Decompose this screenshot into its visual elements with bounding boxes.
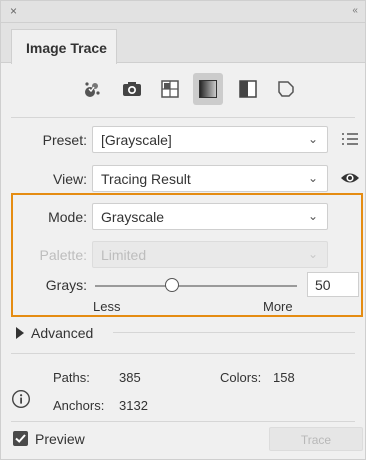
grays-label: Grays: <box>45 277 87 293</box>
paths-value: 385 <box>119 370 141 385</box>
chevron-down-icon: ⌄ <box>307 209 318 223</box>
collapse-panel-button[interactable]: ‹‹ <box>352 5 358 16</box>
grays-min-label: Less <box>93 299 121 314</box>
advanced-toggle[interactable]: Advanced <box>15 324 115 344</box>
tab-image-trace[interactable]: Image Trace <box>11 29 117 64</box>
preset-label: Preset: <box>42 132 87 148</box>
outline-icon[interactable] <box>271 73 301 105</box>
colors-value: 158 <box>273 370 295 385</box>
chevron-down-icon: ⌄ <box>307 171 318 185</box>
colors-label: Colors: <box>220 370 262 385</box>
divider <box>11 421 355 422</box>
view-label: View: <box>53 171 87 187</box>
black-and-white-icon[interactable] <box>233 73 263 105</box>
preset-select[interactable]: [Grayscale] ⌄ <box>92 126 328 153</box>
chevron-down-icon: ⌄ <box>307 132 318 146</box>
preview-checkbox[interactable] <box>13 431 28 446</box>
panel-tabbar: Image Trace <box>1 23 365 64</box>
palette-label: Palette: <box>39 247 87 263</box>
view-value: Tracing Result <box>101 171 191 187</box>
preset-value: [Grayscale] <box>101 132 172 148</box>
grays-max-label: More <box>263 299 293 314</box>
eye-icon[interactable] <box>340 169 360 189</box>
high-color-icon[interactable] <box>117 73 147 105</box>
auto-color-icon[interactable] <box>77 73 107 105</box>
panel-titlebar: × ‹‹ <box>1 1 365 23</box>
divider <box>113 332 355 333</box>
mode-label: Mode: <box>48 209 87 225</box>
mode-select[interactable]: Grayscale ⌄ <box>92 203 328 230</box>
preset-icons-row <box>1 73 365 109</box>
grayscale-icon[interactable] <box>193 73 223 105</box>
image-trace-panel: × ‹‹ Image Trace Preset: [Grayscale] ⌄ V… <box>0 0 366 460</box>
close-panel-button[interactable]: × <box>10 4 17 18</box>
grays-slider-track[interactable] <box>95 285 297 287</box>
palette-value: Limited <box>101 247 147 263</box>
advanced-label: Advanced <box>31 325 94 341</box>
chevron-down-icon: ⌄ <box>307 247 318 261</box>
list-menu-icon[interactable] <box>340 129 360 149</box>
mode-value: Grayscale <box>101 209 165 225</box>
checkmark-icon <box>15 434 26 443</box>
divider <box>11 353 355 354</box>
low-color-icon[interactable] <box>155 73 185 105</box>
anchors-label: Anchors: <box>53 398 105 413</box>
trace-button[interactable]: Trace <box>269 427 363 451</box>
grays-slider-thumb[interactable] <box>164 278 179 292</box>
view-select[interactable]: Tracing Result ⌄ <box>92 165 328 192</box>
triangle-right-icon <box>16 327 24 339</box>
grays-value-field[interactable]: 50 <box>307 272 359 297</box>
divider <box>11 117 355 118</box>
paths-label: Paths: <box>53 370 90 385</box>
preview-label: Preview <box>35 431 85 447</box>
info-icon <box>11 389 31 414</box>
palette-select[interactable]: Limited ⌄ <box>92 241 328 268</box>
anchors-value: 3132 <box>119 398 148 413</box>
